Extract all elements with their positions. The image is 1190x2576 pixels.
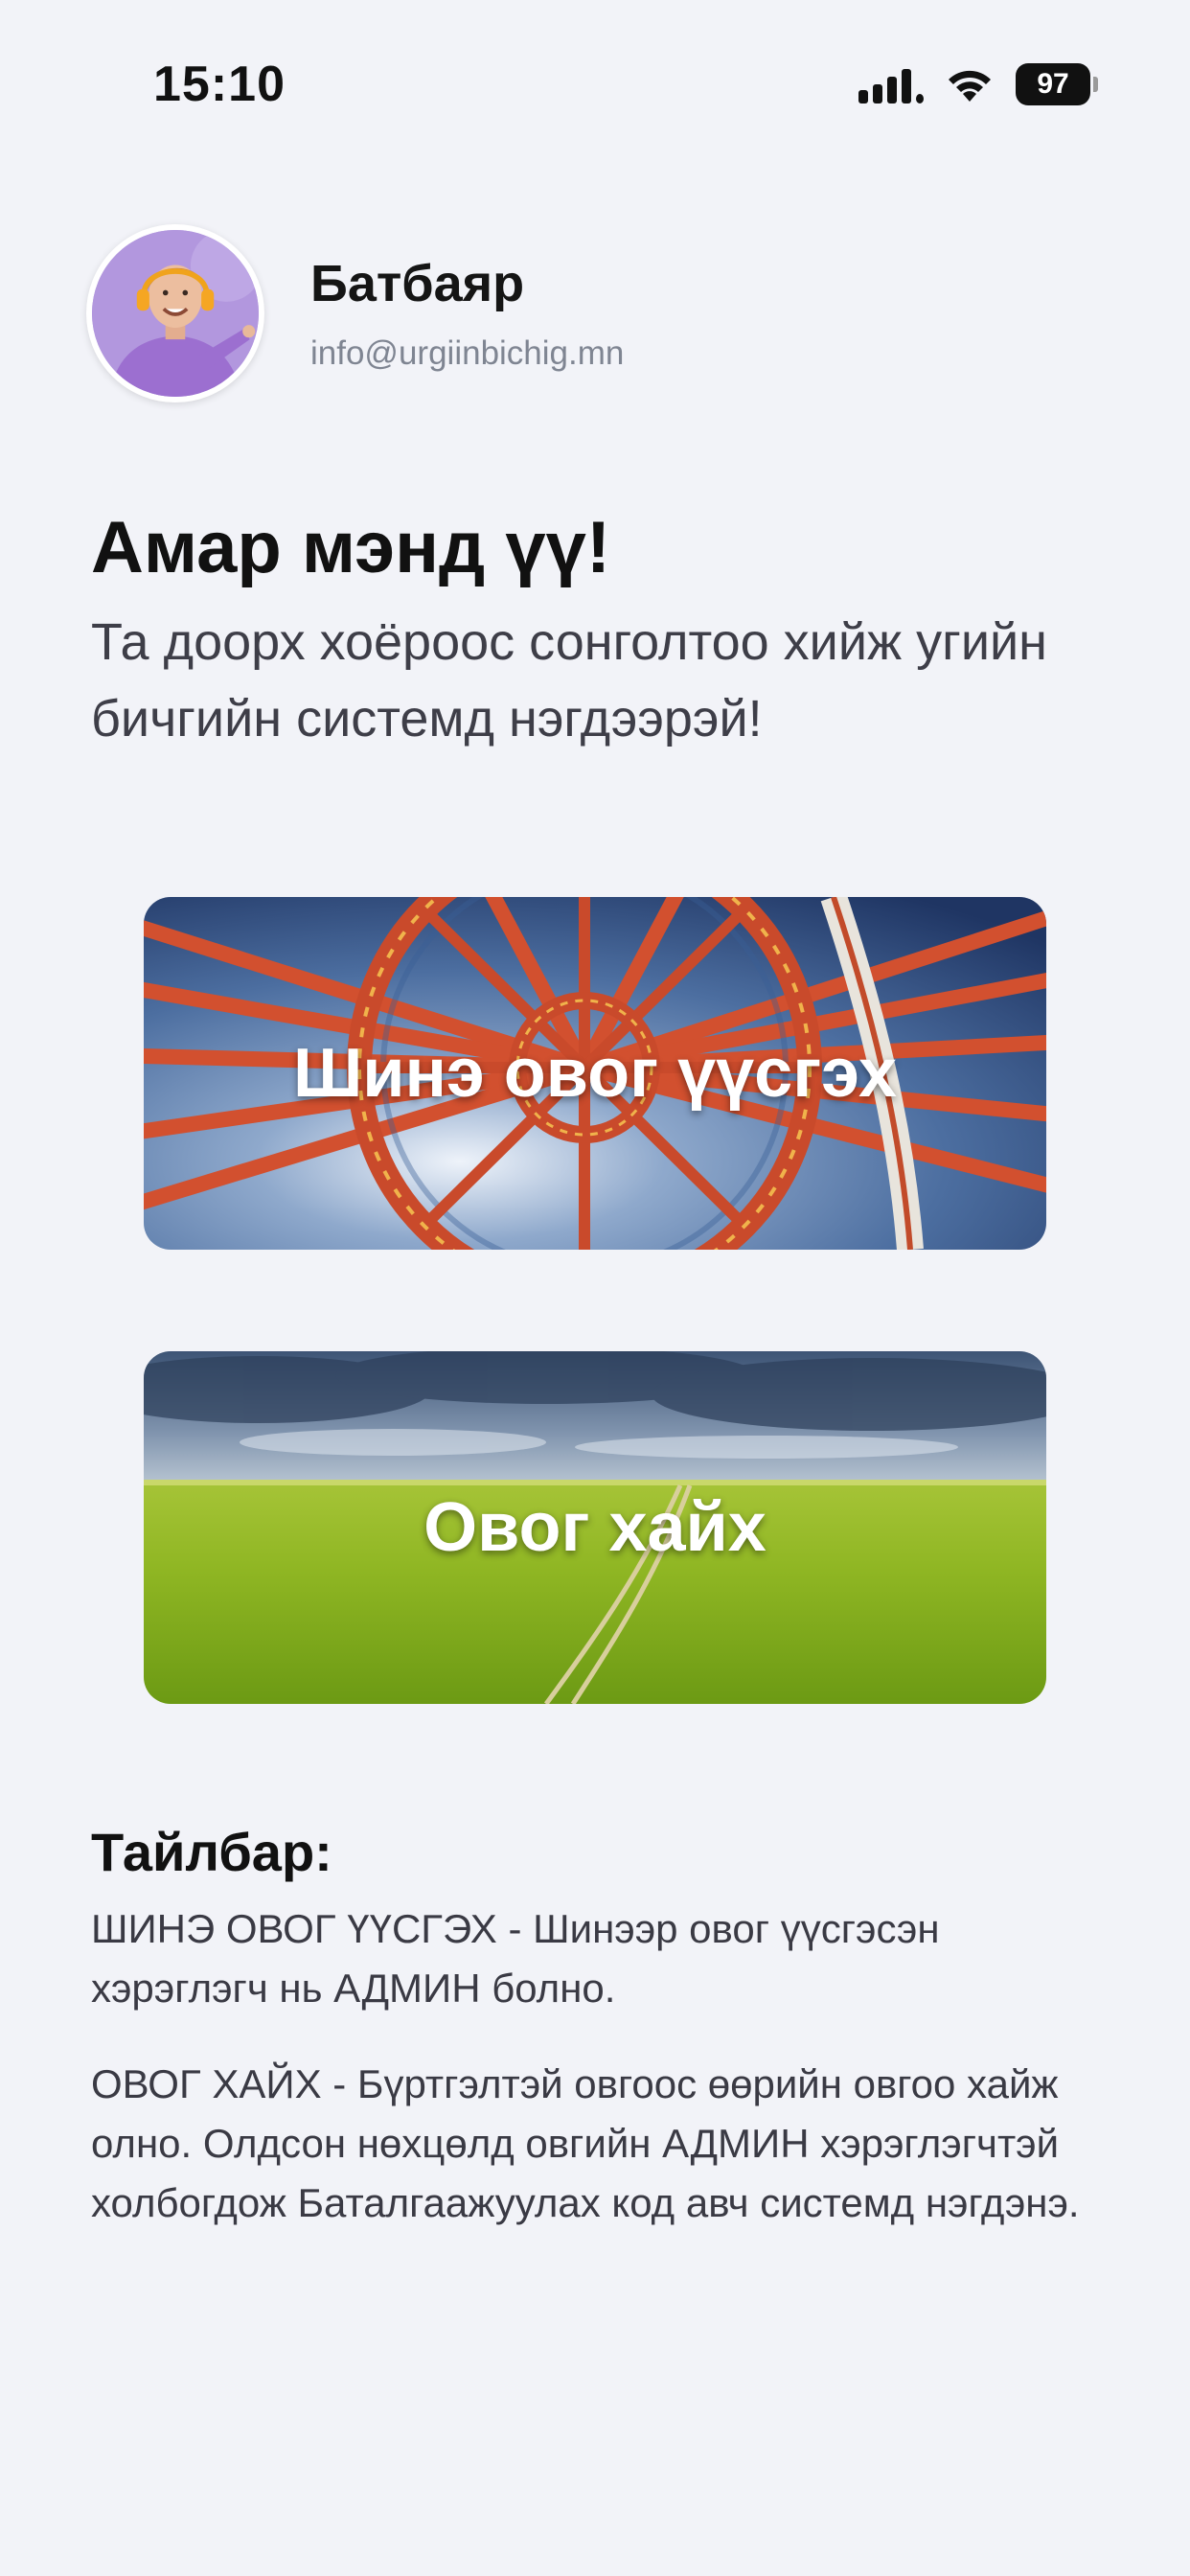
greeting-title: Амар мэнд үү!	[91, 507, 611, 588]
greeting-subtitle: Та доорх хоёроос сонголтоо хийж угийн би…	[91, 613, 1047, 748]
create-clan-button[interactable]: Шинэ овог үүсгэх	[144, 897, 1046, 1250]
profile-header[interactable]: Батбаяр info@urgiinbichig.mn	[86, 224, 624, 402]
description-search-clan: ОВОГ ХАЙХ - Бүртгэлтэй овгоос өөрийн овг…	[91, 2061, 1080, 2225]
avatar-image	[92, 230, 259, 397]
search-clan-button[interactable]: Овог хайх	[144, 1351, 1046, 1704]
battery-level: 97	[1037, 68, 1069, 100]
profile-name: Батбаяр	[310, 255, 525, 312]
avatar[interactable]	[86, 224, 264, 402]
battery-icon: 97	[1016, 63, 1098, 105]
description-title: Тайлбар:	[91, 1822, 332, 1882]
create-clan-label: Шинэ овог үүсгэх	[292, 1035, 898, 1112]
profile-text: Батбаяр info@urgiinbichig.mn	[310, 254, 624, 373]
app-screen: 15:10 97 Батбаяр info@urgiinbichig.mn Ам…	[0, 0, 1190, 2576]
wifi-icon	[949, 70, 991, 102]
signal-icon	[858, 65, 924, 104]
status-icons: 97	[858, 63, 1098, 105]
description-create-clan: ШИНЭ ОВОГ ҮҮСГЭХ - Шинээр овог үүсгэсэн …	[91, 1906, 940, 2011]
profile-email: info@urgiinbichig.mn	[310, 334, 625, 372]
status-time: 15:10	[153, 57, 286, 112]
search-clan-label: Овог хайх	[423, 1489, 767, 1566]
